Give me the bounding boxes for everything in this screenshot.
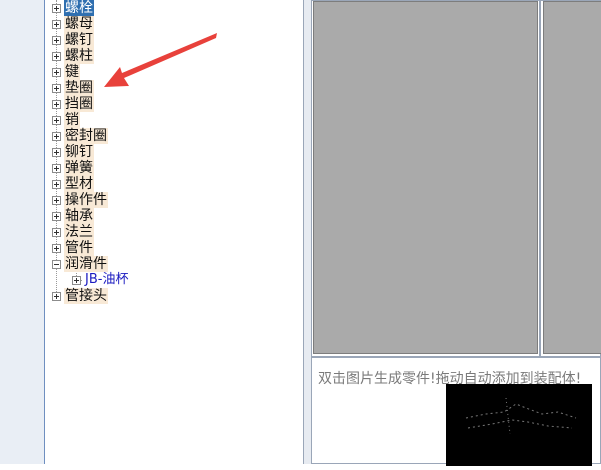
red-arrow-icon	[104, 33, 217, 87]
